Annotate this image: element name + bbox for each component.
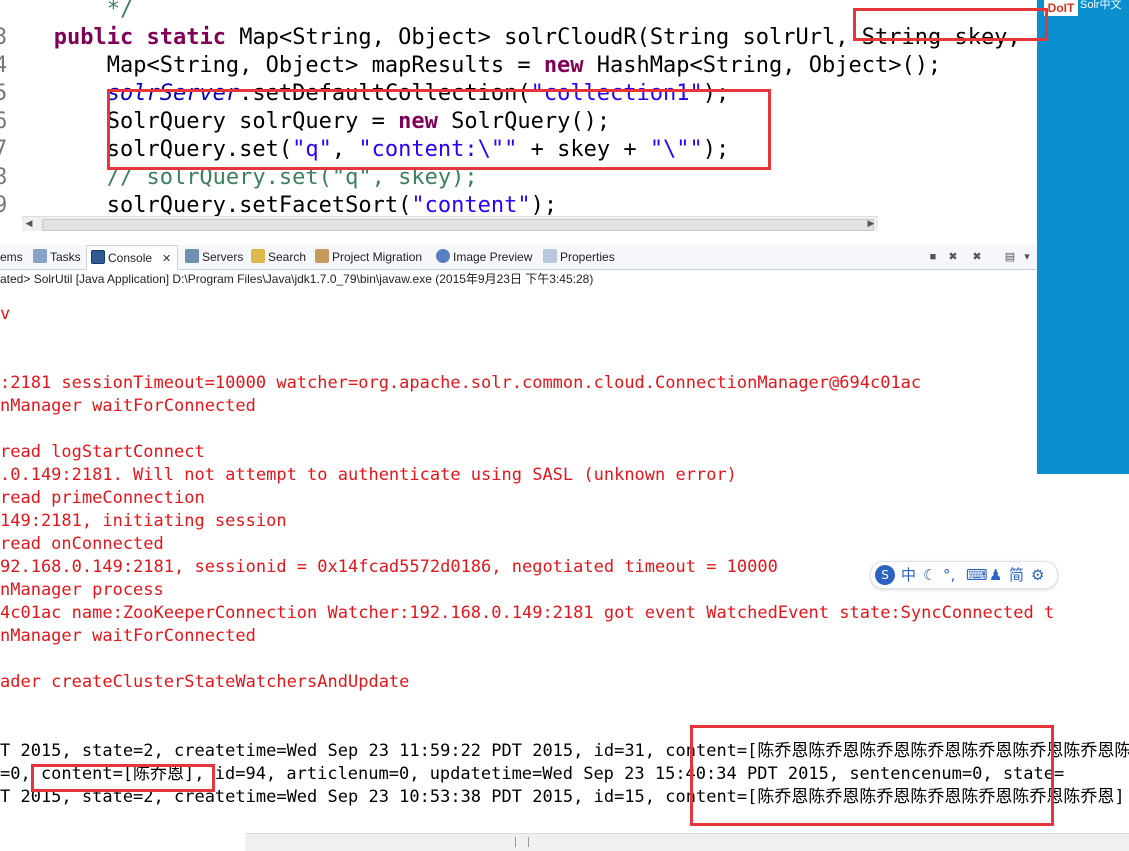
console-line: 149:2181, initiating session — [0, 511, 287, 531]
scrollbar-grip[interactable] — [515, 837, 529, 847]
moon-icon[interactable]: ☾ — [923, 565, 936, 585]
code-token: public — [53, 25, 134, 50]
console-line: ader createClusterStateWatchersAndUpdate — [0, 672, 410, 692]
console-line: .0.149:2181. Will not attempt to authent… — [0, 465, 737, 485]
remove-launch-icon[interactable]: ✖ — [946, 250, 960, 264]
console-line: read primeConnection — [0, 488, 205, 508]
punctuation-icon[interactable]: °, — [943, 565, 955, 585]
line-number: 7 — [0, 137, 8, 162]
highlight-box-content-results — [690, 725, 1054, 826]
tab-tasks[interactable]: Tasks — [33, 249, 81, 265]
line-number: 4 — [0, 53, 8, 78]
console-line: v — [0, 304, 11, 324]
search-icon — [251, 249, 265, 263]
highlight-box-query-set — [107, 89, 771, 170]
side-panel-title: Solr中文 — [1080, 0, 1122, 11]
code-line[interactable]: 9 solrQuery.setFacetSort("content"); — [0, 192, 557, 218]
scroll-right-icon[interactable]: ▶ — [864, 217, 878, 231]
tab-label: Tasks — [50, 250, 81, 264]
ime-logo-icon[interactable]: S — [875, 565, 895, 585]
tab-label: Search — [268, 250, 307, 264]
console-line: :2181 sessionTimeout=10000 watcher=org.a… — [0, 373, 922, 393]
code-line[interactable]: 4 Map<String, Object> mapResults = new H… — [0, 52, 941, 80]
tab-label: Console — [108, 251, 153, 265]
console-line: read onConnected — [0, 534, 164, 554]
gear-icon[interactable]: ⚙ — [1031, 565, 1044, 585]
line-number: 8 — [0, 165, 8, 190]
keyboard-icon[interactable]: ⌨ — [966, 565, 988, 585]
view-tab-bar: ems Tasks Console ✕ Servers Search Projec… — [0, 245, 1037, 270]
tab-label: Servers — [202, 250, 244, 264]
line-number: 9 — [0, 193, 8, 218]
terminate-icon[interactable]: ■ — [926, 250, 940, 264]
code-token: HashMap<String, Object>(); — [583, 53, 942, 78]
highlight-box-skey-param — [853, 8, 1048, 41]
launch-status-line: ated> SolrUtil [Java Application] D:\Pro… — [0, 272, 594, 286]
code-token: static — [146, 25, 226, 50]
scrollbar-thumb[interactable] — [42, 219, 874, 231]
image-preview-icon — [436, 249, 450, 263]
tab-label: Project Migration — [332, 250, 423, 264]
editor-horizontal-scrollbar[interactable]: ◀ ▶ — [22, 216, 878, 231]
console-line: read logStartConnect — [0, 442, 205, 462]
tab-label: Image Preview — [453, 250, 533, 264]
code-line[interactable]: */ — [0, 0, 134, 24]
code-token: "content" — [411, 193, 531, 218]
tab-image-preview[interactable]: Image Preview — [436, 249, 532, 265]
code-token: solrQuery.setFacetSort( — [106, 193, 412, 218]
scroll-lock-icon[interactable]: ▤ — [1003, 250, 1017, 264]
user-icon[interactable]: ♟ — [989, 565, 1002, 585]
migration-icon — [315, 249, 329, 263]
properties-icon — [543, 249, 557, 263]
line-number: 3 — [0, 25, 8, 50]
tab-label: ems — [0, 250, 23, 264]
line-number: 5 — [0, 81, 8, 106]
console-line: 4c01ac name:ZooKeeperConnection Watcher:… — [0, 603, 1055, 623]
ime-mode-toggle[interactable]: 简 — [1009, 565, 1024, 585]
tab-properties[interactable]: Properties — [543, 249, 615, 265]
console-line: 92.168.0.149:2181, sessionid = 0x14fcad5… — [0, 557, 778, 577]
tab-label: Properties — [560, 250, 615, 264]
tab-servers[interactable]: Servers — [185, 249, 243, 265]
tab-problems[interactable]: ems — [0, 249, 23, 265]
remove-all-icon[interactable]: ✖ — [970, 250, 984, 264]
console-icon — [91, 250, 105, 264]
display-console-icon[interactable]: ▾ — [1020, 250, 1034, 264]
line-number: 6 — [0, 109, 8, 134]
code-token: new — [543, 53, 584, 78]
tab-project-migration[interactable]: Project Migration — [315, 249, 422, 265]
code-token: ); — [530, 193, 558, 218]
code-token: */ — [106, 0, 134, 22]
tasks-icon — [33, 249, 47, 263]
highlight-box-content-value — [31, 764, 215, 792]
ime-toolbar[interactable]: S 中 ☾ °, ⌨ ♟ 简 ⚙ — [870, 561, 1058, 589]
code-token: Map<String, Object> mapResults = — [106, 53, 544, 78]
console-line: nManager waitForConnected — [0, 626, 256, 646]
tab-search[interactable]: Search — [251, 249, 306, 265]
servers-icon — [185, 249, 199, 263]
console-horizontal-scrollbar[interactable] — [245, 833, 1129, 851]
tab-console[interactable]: Console ✕ — [86, 245, 179, 270]
scroll-left-icon[interactable]: ◀ — [22, 217, 36, 231]
console-line: nManager process — [0, 580, 164, 600]
doit-logo: DoIT — [1044, 0, 1078, 16]
console-line: nManager waitForConnected — [0, 396, 256, 416]
ime-language-toggle[interactable]: 中 — [901, 565, 916, 585]
close-icon[interactable]: ✕ — [162, 253, 171, 265]
